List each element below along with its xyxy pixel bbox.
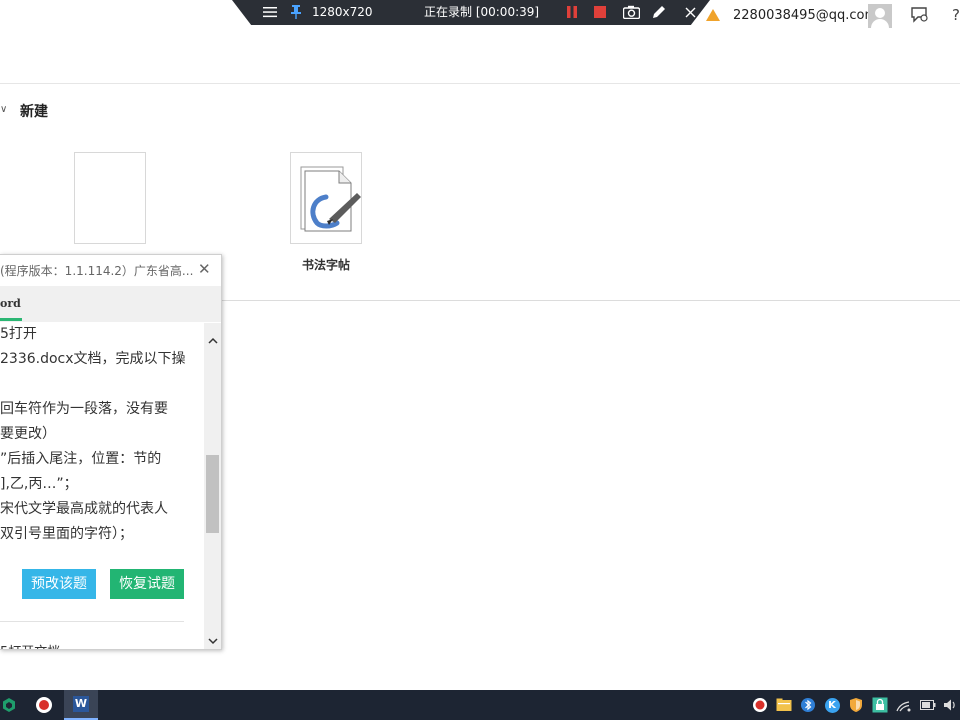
exam-panel: (程序版本：1.1.114.2）广东省高... ✕ ord 5打开 2336.d… xyxy=(0,254,222,650)
word-icon-label: W xyxy=(73,696,89,712)
scrollbar-thumb[interactable] xyxy=(206,455,219,533)
lock-icon[interactable] xyxy=(872,697,888,713)
battery-icon[interactable] xyxy=(920,697,936,713)
k-icon-label: K xyxy=(824,697,840,713)
camera-icon[interactable] xyxy=(622,4,640,20)
question-line: 宋代文学最高成就的代表人 xyxy=(0,501,168,517)
pause-icon[interactable] xyxy=(564,4,580,20)
calligraphy-icon xyxy=(300,166,361,232)
scroll-down-icon[interactable] xyxy=(204,635,221,649)
blank-document-template[interactable] xyxy=(74,152,146,244)
recording-toolbar: 1280x720 正在录制 [00:00:39] xyxy=(232,0,710,25)
new-section-title: 新建 xyxy=(20,104,48,120)
next-question-text: 5打开文档 xyxy=(0,641,60,649)
question-line: 要更改） xyxy=(0,426,56,442)
question-line: 2336.docx文档，完成以下操 xyxy=(0,351,186,367)
avatar-head xyxy=(875,8,885,18)
avatar-body xyxy=(871,19,889,28)
help-icon[interactable]: ? xyxy=(952,6,960,24)
panel-divider xyxy=(0,621,184,622)
exam-panel-tabbar: ord xyxy=(0,286,221,322)
section-divider xyxy=(222,300,960,301)
tab-word[interactable]: ord xyxy=(0,297,21,310)
warning-icon[interactable] xyxy=(706,9,720,21)
volume-icon[interactable] xyxy=(943,697,959,713)
pin-icon[interactable] xyxy=(288,4,304,20)
header-divider xyxy=(0,83,960,84)
stop-icon[interactable] xyxy=(592,4,608,20)
collapse-chevron-icon[interactable]: ∨ xyxy=(0,104,7,115)
account-email[interactable]: 2280038495@qq.com xyxy=(733,8,877,23)
question-line: ],乙,丙…”； xyxy=(0,476,78,492)
exam-panel-title: (程序版本：1.1.114.2）广东省高... xyxy=(0,264,194,278)
record-icon[interactable] xyxy=(30,690,58,720)
restore-question-button[interactable]: 恢复试题 xyxy=(110,569,184,599)
scroll-up-icon[interactable] xyxy=(204,335,221,349)
app-cube-icon[interactable] xyxy=(0,690,18,720)
preview-question-button[interactable]: 预改该题 xyxy=(22,569,96,599)
question-line: 5打开 xyxy=(0,326,37,342)
tab-active-indicator xyxy=(0,318,22,321)
record-tray-icon[interactable] xyxy=(752,697,768,713)
question-line: ”后插入尾注，位置：节的 xyxy=(0,451,162,467)
calligraphy-template-label: 书法字帖 xyxy=(301,258,350,272)
calligraphy-template[interactable] xyxy=(290,152,362,244)
question-line: 双引号里面的字符）； xyxy=(0,526,133,542)
avatar[interactable] xyxy=(868,4,892,28)
word-icon[interactable]: W xyxy=(64,690,98,720)
close-icon[interactable]: ✕ xyxy=(198,260,211,278)
menu-icon[interactable] xyxy=(262,4,278,20)
close-icon[interactable] xyxy=(682,4,698,20)
k-icon[interactable]: K xyxy=(824,697,840,713)
feedback-icon[interactable] xyxy=(910,6,930,28)
monitor-icon[interactable] xyxy=(896,697,912,713)
taskbar: W K xyxy=(0,690,960,720)
bluetooth-icon[interactable] xyxy=(800,697,816,713)
question-line: 回车符作为一段落，没有要 xyxy=(0,401,168,417)
folder-icon[interactable] xyxy=(776,697,792,713)
recording-resolution[interactable]: 1280x720 xyxy=(312,5,373,19)
shield-icon[interactable] xyxy=(848,697,864,713)
pen-icon[interactable] xyxy=(650,4,668,20)
recording-status: 正在录制 [00:00:39] xyxy=(424,5,540,19)
